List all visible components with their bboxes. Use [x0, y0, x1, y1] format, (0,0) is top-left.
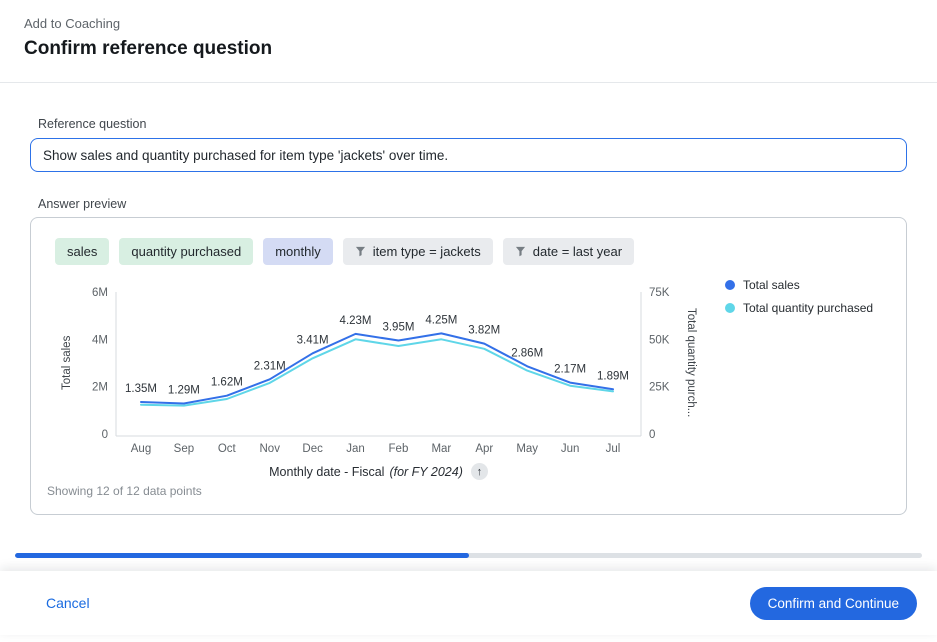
filter-icon — [355, 246, 366, 257]
page-title: Confirm reference question — [24, 38, 913, 60]
chip-label: quantity purchased — [131, 244, 241, 259]
svg-text:Dec: Dec — [302, 443, 323, 455]
svg-text:3.41M: 3.41M — [297, 334, 329, 346]
chip-label: monthly — [275, 244, 321, 259]
svg-text:1.62M: 1.62M — [211, 377, 243, 389]
progress-bar-fill — [15, 553, 469, 558]
svg-text:75K: 75K — [649, 287, 670, 299]
main-content: Reference question Answer preview sales q… — [0, 117, 937, 515]
breadcrumb: Add to Coaching — [24, 16, 913, 31]
svg-text:Aug: Aug — [131, 443, 151, 455]
sort-ascending-icon[interactable]: ↑ — [471, 463, 488, 480]
reference-question-input[interactable] — [30, 138, 907, 172]
chart-legend: Total sales Total quantity purchased — [725, 278, 873, 315]
chip-label: item type = jackets — [373, 244, 481, 259]
data-points-note: Showing 12 of 12 data points — [47, 484, 202, 498]
footer-bar: Cancel Confirm and Continue — [0, 571, 937, 635]
answer-preview-label: Answer preview — [38, 197, 907, 211]
svg-text:25K: 25K — [649, 382, 670, 394]
right-axis-title: Total quantity purch... — [685, 288, 697, 438]
reference-question-label: Reference question — [38, 117, 907, 131]
progress-bar — [15, 553, 922, 558]
legend-dot — [725, 280, 735, 290]
svg-text:Mar: Mar — [431, 443, 451, 455]
query-chip-column[interactable]: quantity purchased — [119, 238, 253, 265]
svg-text:3.82M: 3.82M — [468, 325, 500, 337]
svg-text:4.23M: 4.23M — [340, 315, 372, 327]
filter-icon — [515, 246, 526, 257]
svg-text:0: 0 — [649, 429, 655, 441]
svg-text:2.31M: 2.31M — [254, 360, 286, 372]
legend-item[interactable]: Total quantity purchased — [725, 301, 873, 315]
x-axis-title-text: Monthly date - Fiscal — [269, 465, 384, 479]
svg-text:1.29M: 1.29M — [168, 384, 200, 396]
svg-text:2M: 2M — [92, 382, 108, 394]
svg-text:May: May — [516, 443, 538, 455]
chip-label: sales — [67, 244, 97, 259]
svg-text:Feb: Feb — [389, 443, 409, 455]
svg-text:Nov: Nov — [260, 443, 281, 455]
legend-label: Total quantity purchased — [743, 301, 873, 315]
left-axis-title: Total sales — [61, 288, 73, 438]
query-chip-keyword[interactable]: monthly — [263, 238, 333, 265]
query-chip-filter[interactable]: date = last year — [503, 238, 634, 265]
chip-label: date = last year — [533, 244, 622, 259]
svg-text:2.17M: 2.17M — [554, 364, 586, 376]
svg-text:Apr: Apr — [475, 443, 493, 455]
svg-text:1.89M: 1.89M — [597, 370, 629, 382]
answer-preview-panel: sales quantity purchased monthly item type … — [30, 217, 907, 515]
svg-text:Jan: Jan — [346, 443, 365, 455]
page-header: Add to Coaching Confirm reference questi… — [0, 0, 937, 60]
svg-text:3.95M: 3.95M — [382, 322, 414, 334]
svg-text:50K: 50K — [649, 334, 670, 346]
x-axis-title: Monthly date - Fiscal (for FY 2024) ↑ — [116, 463, 641, 480]
svg-text:Sep: Sep — [174, 443, 194, 455]
answer-chart[interactable]: 0 2M 4M 6M 0 25K 50K 75K Aug Sep Oct Nov Dec Jan Feb Ma… — [86, 282, 671, 460]
svg-text:6M: 6M — [92, 287, 108, 299]
svg-text:0: 0 — [102, 429, 108, 441]
svg-text:Jun: Jun — [561, 443, 580, 455]
legend-item[interactable]: Total sales — [725, 278, 873, 292]
svg-text:4.25M: 4.25M — [425, 314, 457, 326]
query-chip-column[interactable]: sales — [55, 238, 109, 265]
header-divider — [0, 82, 937, 83]
svg-text:Oct: Oct — [218, 443, 237, 455]
svg-text:1.35M: 1.35M — [125, 383, 157, 395]
query-chip-filter[interactable]: item type = jackets — [343, 238, 493, 265]
confirm-and-continue-button[interactable]: Confirm and Continue — [750, 587, 917, 620]
legend-dot — [725, 303, 735, 313]
svg-text:2.86M: 2.86M — [511, 347, 543, 359]
query-chip-row: sales quantity purchased monthly item type … — [55, 238, 634, 265]
svg-text:4M: 4M — [92, 334, 108, 346]
legend-label: Total sales — [743, 278, 800, 292]
x-axis-title-suffix: (for FY 2024) — [389, 465, 462, 479]
cancel-button[interactable]: Cancel — [40, 594, 96, 612]
svg-text:Jul: Jul — [606, 443, 621, 455]
